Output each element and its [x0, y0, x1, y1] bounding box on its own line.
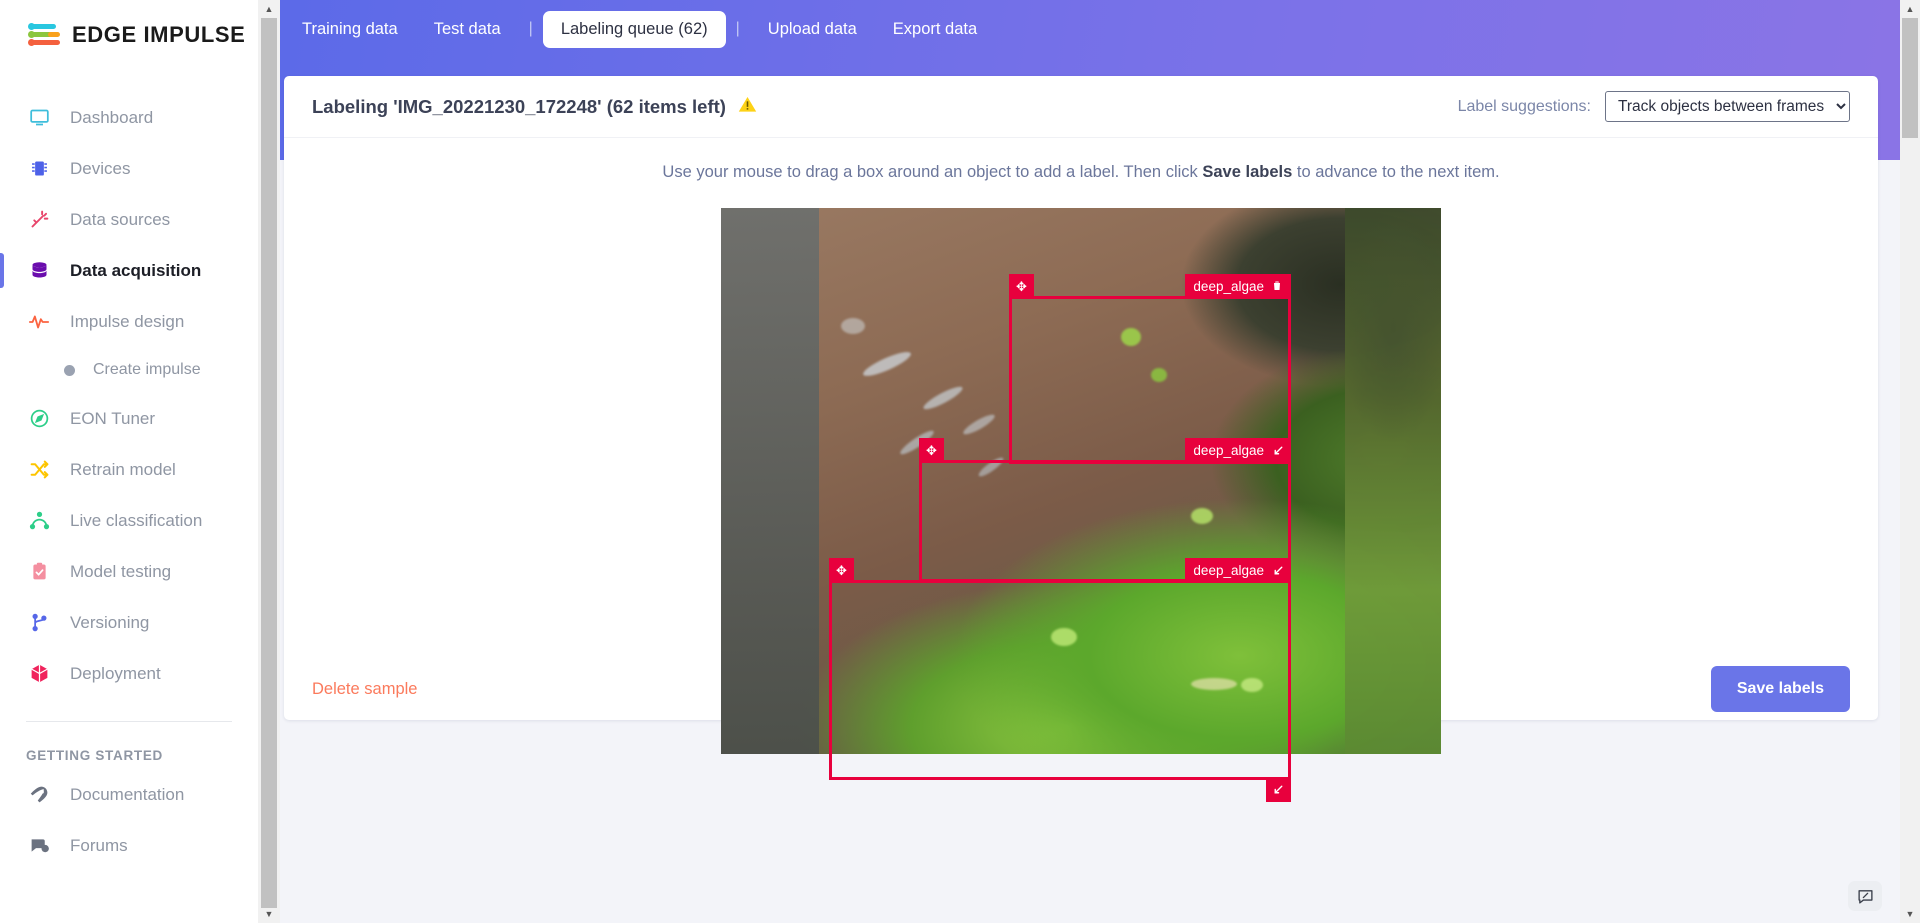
tab-training-data[interactable]: Training data: [284, 11, 416, 48]
sidebar-item-model-testing[interactable]: Model testing: [0, 546, 258, 597]
sidebar-item-documentation[interactable]: Documentation: [0, 769, 258, 820]
sidebar-item-label: Live classification: [70, 510, 203, 530]
sidebar-item-label: Versioning: [70, 612, 150, 632]
sidebar-item-versioning[interactable]: Versioning: [0, 597, 258, 648]
main-content: Training data Test data | Labeling queue…: [258, 0, 1920, 923]
scrollbar-thumb[interactable]: [1902, 18, 1918, 138]
database-icon: [26, 258, 52, 284]
bounding-box-label-text: deep_algae: [1193, 279, 1264, 294]
app-root: EDGE IMPULSE Dashboard Devices Data sour…: [0, 0, 1920, 923]
sidebar-item-forums[interactable]: Forums: [0, 820, 258, 871]
card-footer: Delete sample Save labels: [284, 658, 1878, 720]
labeling-card: Labeling 'IMG_20221230_172248' (62 items…: [284, 76, 1878, 802]
branch-icon: [26, 610, 52, 636]
scroll-up-arrow[interactable]: ▲: [1900, 0, 1920, 18]
shuffle-icon: [26, 457, 52, 483]
waveform-icon: [26, 309, 52, 335]
save-labels-button[interactable]: Save labels: [1710, 666, 1850, 712]
brand-logo[interactable]: EDGE IMPULSE: [0, 0, 258, 48]
network-icon: [26, 508, 52, 534]
compass-icon: [26, 406, 52, 432]
page-scrollbar-right[interactable]: ▲ ▼: [1900, 0, 1920, 923]
monitor-icon: [26, 105, 52, 131]
scroll-down-arrow[interactable]: ▼: [258, 905, 280, 923]
tab-separator: |: [735, 20, 740, 37]
instruction-pre: Use your mouse to drag a box around an o…: [662, 163, 1203, 181]
move-handle-icon[interactable]: ✥: [829, 558, 854, 583]
tab-separator: |: [528, 20, 533, 37]
card-body: Use your mouse to drag a box around an o…: [284, 138, 1878, 802]
scroll-down-arrow[interactable]: ▼: [1900, 905, 1920, 923]
resize-handle-icon[interactable]: [1266, 777, 1291, 802]
label-suggestions-control: Label suggestions: Track objects between…: [1458, 91, 1850, 122]
sidebar-subitem-create-impulse[interactable]: Create impulse: [0, 347, 258, 393]
page-title: Labeling 'IMG_20221230_172248' (62 items…: [312, 95, 757, 118]
sidebar-item-label: Forums: [70, 835, 128, 855]
instruction-text: Use your mouse to drag a box around an o…: [284, 138, 1878, 182]
instruction-bold: Save labels: [1202, 163, 1293, 181]
tab-upload-data[interactable]: Upload data: [750, 11, 875, 48]
dot-icon: [64, 364, 75, 376]
rocket-icon: [26, 782, 52, 808]
sidebar-nav: Dashboard Devices Data sources Data acqu…: [0, 92, 258, 871]
tab-test-data[interactable]: Test data: [416, 11, 519, 48]
scrollbar-thumb[interactable]: [261, 18, 277, 908]
edge-impulse-logo-icon: [26, 22, 62, 48]
move-handle-icon[interactable]: ✥: [1009, 274, 1034, 299]
sidebar: EDGE IMPULSE Dashboard Devices Data sour…: [0, 0, 258, 923]
bounding-box-label-text: deep_algae: [1193, 443, 1264, 458]
sidebar-item-label: Retrain model: [70, 459, 176, 479]
label-suggestions-label: Label suggestions:: [1457, 97, 1591, 115]
magic-wand-icon: [26, 207, 52, 233]
sidebar-item-label: Dashboard: [70, 107, 154, 127]
resize-handle-icon[interactable]: [1266, 558, 1291, 583]
clipboard-check-icon: [26, 559, 52, 585]
content-scrollbar-left[interactable]: ▲ ▼: [258, 0, 280, 923]
sidebar-subitem-label: Create impulse: [93, 361, 201, 378]
sidebar-item-label: Deployment: [70, 663, 161, 683]
page-title-text: Labeling 'IMG_20221230_172248' (62 items…: [312, 95, 726, 117]
brand-name: EDGE IMPULSE: [72, 22, 246, 47]
feedback-icon[interactable]: [1848, 881, 1882, 911]
label-suggestions-select[interactable]: Track objects between frames Classify us…: [1605, 91, 1850, 122]
sidebar-item-retrain-model[interactable]: Retrain model: [0, 444, 258, 495]
sidebar-item-label: Data acquisition: [70, 260, 202, 280]
trash-icon[interactable]: [1271, 279, 1283, 295]
sidebar-section-title: GETTING STARTED: [26, 748, 163, 763]
sidebar-item-label: Model testing: [70, 561, 172, 581]
chip-icon: [26, 156, 52, 182]
bounding-box-label[interactable]: deep_algae: [1185, 274, 1291, 299]
sidebar-item-deployment[interactable]: Deployment: [0, 648, 258, 699]
sidebar-item-label: Data sources: [70, 209, 171, 229]
tab-bar: Training data Test data | Labeling queue…: [258, 0, 1920, 58]
bounding-box-label-text: deep_algae: [1193, 563, 1264, 578]
sidebar-item-label: Devices: [70, 158, 131, 178]
sidebar-item-impulse-design[interactable]: Impulse design: [0, 296, 258, 347]
chat-icon: [26, 833, 52, 859]
sidebar-item-label: Documentation: [70, 784, 185, 804]
card-header: Labeling 'IMG_20221230_172248' (62 items…: [284, 76, 1878, 138]
sidebar-item-data-sources[interactable]: Data sources: [0, 194, 258, 245]
sidebar-item-data-acquisition[interactable]: Data acquisition: [0, 245, 258, 296]
sidebar-item-live-classification[interactable]: Live classification: [0, 495, 258, 546]
delete-sample-button[interactable]: Delete sample: [312, 680, 417, 699]
move-handle-icon[interactable]: ✥: [919, 438, 944, 463]
resize-handle-icon[interactable]: [1266, 438, 1291, 463]
tab-export-data[interactable]: Export data: [875, 11, 995, 48]
tab-labeling-queue[interactable]: Labeling queue (62): [542, 10, 726, 48]
sidebar-item-dashboard[interactable]: Dashboard: [0, 92, 258, 143]
warning-icon[interactable]: [738, 95, 757, 118]
sidebar-item-label: EON Tuner: [70, 408, 156, 428]
sidebar-item-label: Impulse design: [70, 311, 185, 331]
sidebar-item-devices[interactable]: Devices: [0, 143, 258, 194]
scroll-up-arrow[interactable]: ▲: [258, 0, 280, 18]
box-icon: [26, 661, 52, 687]
sidebar-item-eon-tuner[interactable]: EON Tuner: [0, 393, 258, 444]
instruction-post: to advance to the next item.: [1292, 163, 1500, 181]
